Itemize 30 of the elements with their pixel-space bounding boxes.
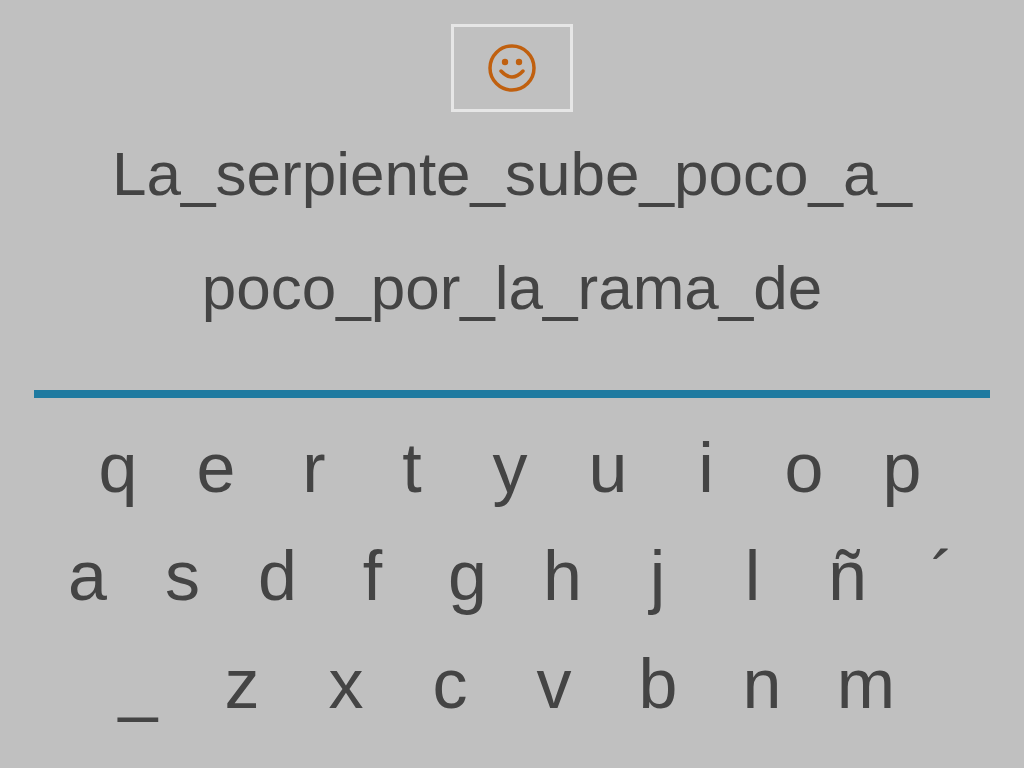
letter-key[interactable]: a bbox=[40, 526, 135, 626]
sentence-text: La_serpiente_sube_poco_a_ bbox=[112, 138, 912, 210]
letter-key[interactable]: e bbox=[167, 418, 265, 518]
letter-key[interactable]: y bbox=[461, 418, 559, 518]
sentence-text: poco_por_la_rama_de bbox=[201, 252, 823, 324]
letter-key[interactable]: v bbox=[502, 634, 606, 734]
letter-key[interactable]: l bbox=[705, 526, 800, 626]
letter-key[interactable]: b bbox=[606, 634, 710, 734]
letter-key[interactable]: q bbox=[69, 418, 167, 518]
letter-key[interactable]: c bbox=[398, 634, 502, 734]
letter-key[interactable]: ñ bbox=[800, 526, 895, 626]
letter-key[interactable]: j bbox=[610, 526, 705, 626]
letter-key[interactable]: f bbox=[325, 526, 420, 626]
letter-key[interactable]: p bbox=[853, 418, 951, 518]
letter-key[interactable]: t bbox=[363, 418, 461, 518]
letter-key[interactable]: d bbox=[230, 526, 325, 626]
letter-key[interactable]: m bbox=[814, 634, 918, 734]
letter-key[interactable]: z bbox=[190, 634, 294, 734]
letter-key[interactable]: s bbox=[135, 526, 230, 626]
letter-key[interactable]: u bbox=[559, 418, 657, 518]
letter-key[interactable]: i bbox=[657, 418, 755, 518]
smiley-icon bbox=[487, 43, 537, 93]
letter-key[interactable]: x bbox=[294, 634, 398, 734]
letter-key[interactable]: o bbox=[755, 418, 853, 518]
letter-key[interactable]: _ bbox=[86, 634, 190, 734]
letter-key[interactable]: ´ bbox=[895, 526, 990, 626]
letter-key[interactable]: r bbox=[265, 418, 363, 518]
letter-key[interactable]: h bbox=[515, 526, 610, 626]
letter-key[interactable]: g bbox=[420, 526, 515, 626]
letter-key[interactable]: n bbox=[710, 634, 814, 734]
